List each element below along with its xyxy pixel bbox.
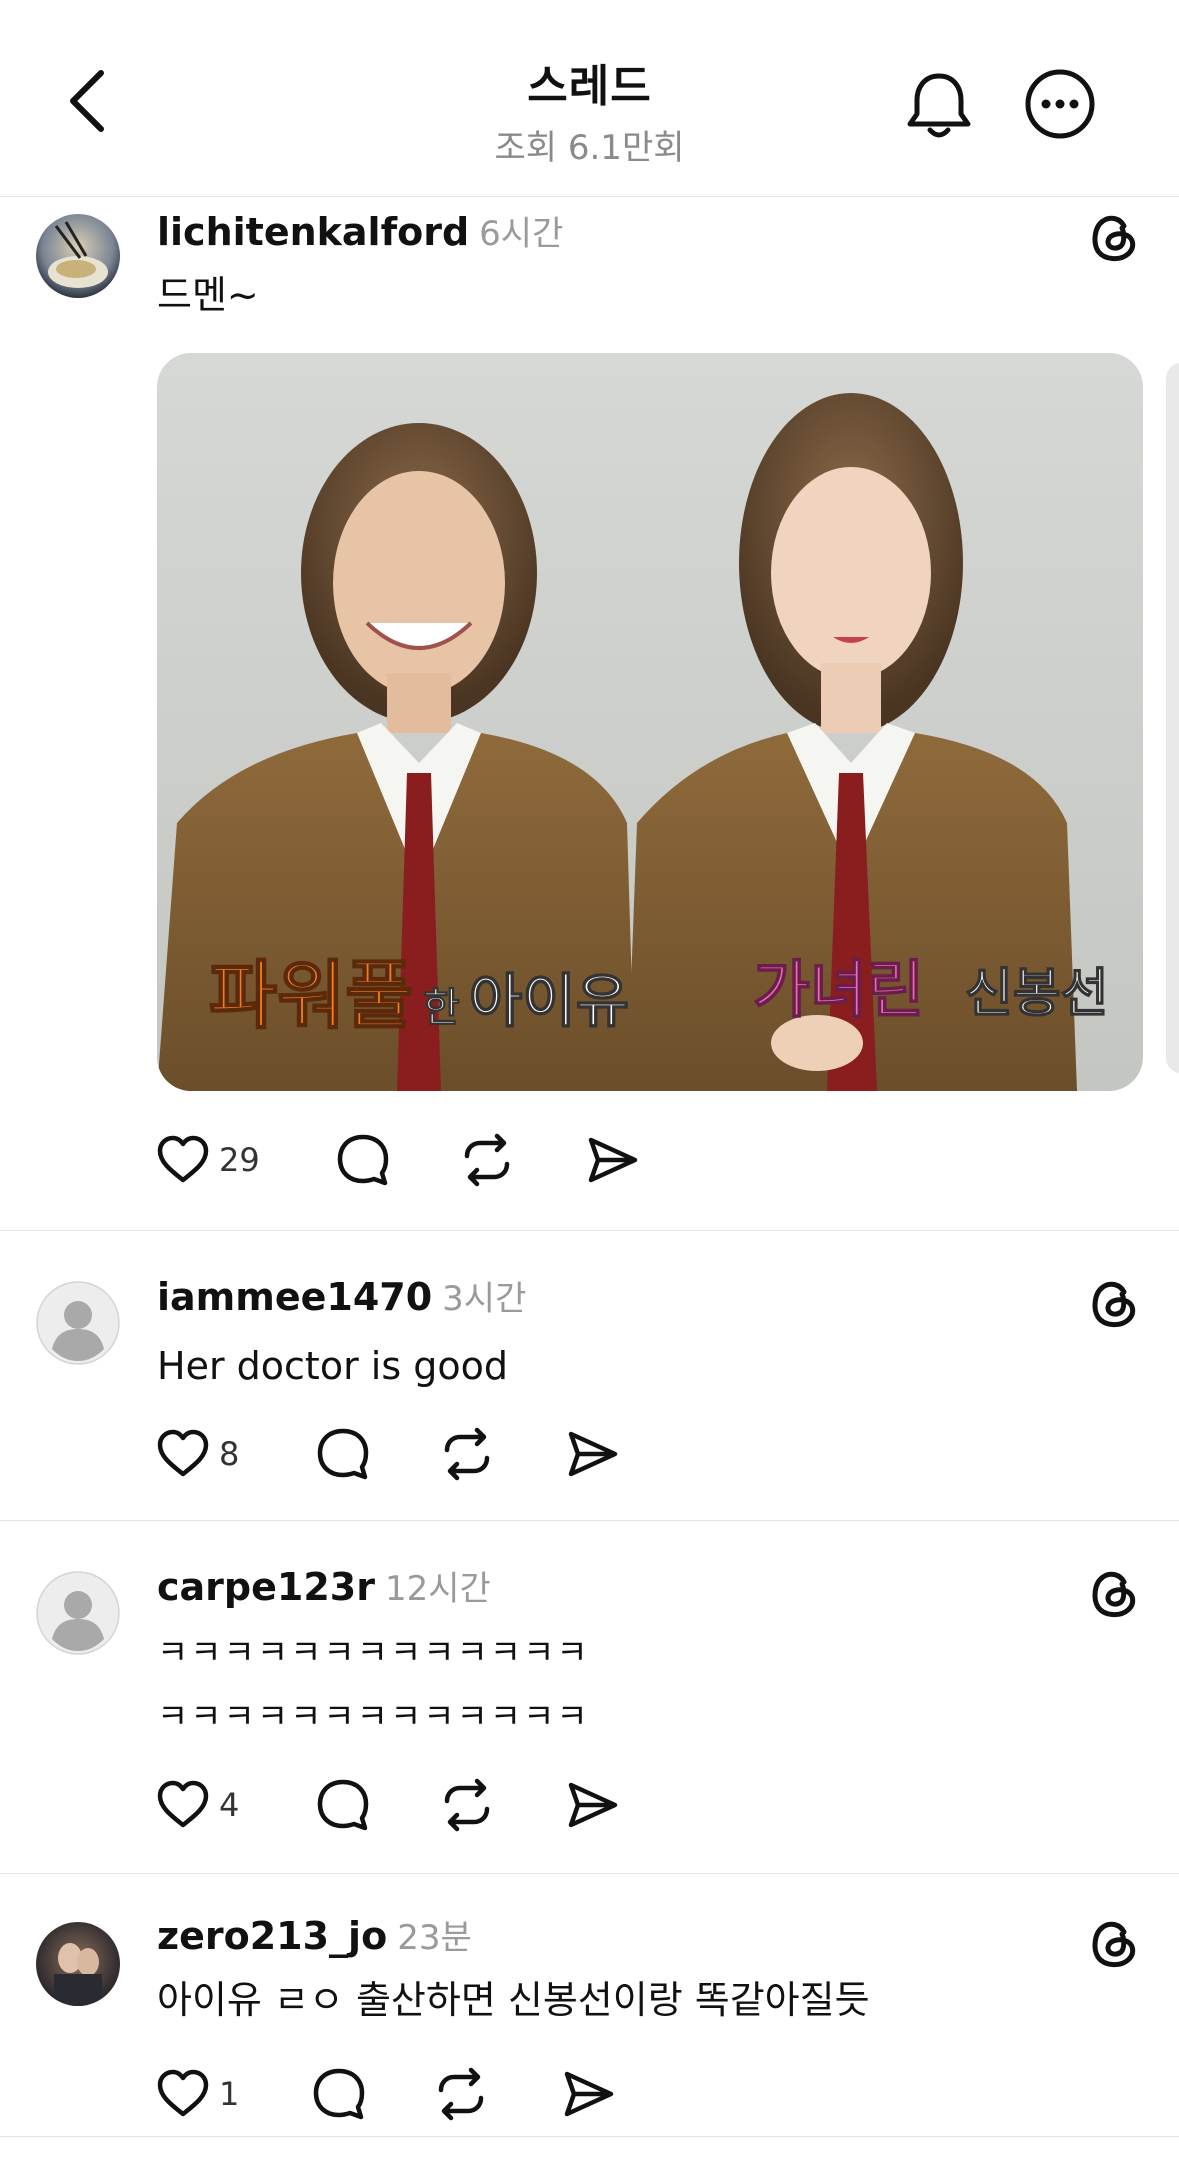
post-meta: zero213_jo 23분 [157, 1910, 472, 1959]
thread-post: lichitenkalford 6시간 드멘~ 파워풀 한 아이유 가녀린 신봉… [0, 196, 1179, 1231]
threads-logo-button[interactable] [1086, 208, 1142, 264]
threads-logo-button[interactable] [1086, 1274, 1142, 1330]
thread-post: zero213_jo 23분 아이유 ㄹㅇ 출산하면 신봉선이랑 똑같아질듯 1 [0, 1874, 1179, 2137]
share-icon [568, 1431, 618, 1477]
repost-icon [444, 1427, 490, 1481]
like-count: 4 [219, 1786, 240, 1824]
post-text: 아이유 ㄹㅇ 출산하면 신봉선이랑 똑같아질듯 [157, 1978, 870, 2022]
post-time: 23분 [397, 1918, 472, 1958]
notification-button[interactable] [900, 66, 978, 144]
comment-icon [317, 1428, 369, 1480]
post-time: 12시간 [384, 1569, 491, 1609]
username[interactable]: carpe123r [157, 1565, 375, 1609]
default-avatar-icon [36, 1571, 120, 1655]
comment-icon [337, 1134, 389, 1186]
default-avatar-icon [36, 1281, 120, 1365]
post-image[interactable]: 파워풀 한 아이유 가녀린 신봉선 [157, 353, 1143, 1091]
image-caption-accent-left: 파워풀 [209, 953, 413, 1039]
more-icon [1025, 69, 1095, 139]
post-time: 6시간 [479, 214, 564, 254]
image-caption-name-left: 아이유 [469, 967, 629, 1035]
share-icon [564, 2071, 614, 2117]
comment-button[interactable] [315, 1424, 371, 1484]
next-image-preview[interactable] [1166, 363, 1179, 1073]
username[interactable]: zero213_jo [157, 1914, 387, 1958]
page-title: 스레드 [527, 61, 652, 112]
share-button[interactable] [565, 1424, 621, 1484]
post-meta: carpe123r 12시간 [157, 1561, 491, 1610]
threads-logo-icon [1092, 1571, 1136, 1617]
comment-button[interactable] [315, 1775, 371, 1835]
page-title-block: 스레드 조회 6.1만회 [0, 50, 1179, 169]
like-button[interactable]: 1 [155, 2064, 239, 2124]
like-count: 1 [219, 2075, 240, 2113]
repost-icon [444, 1778, 490, 1832]
like-button[interactable]: 4 [155, 1775, 239, 1835]
post-text: 드멘~ [157, 273, 259, 317]
share-icon [568, 1782, 618, 1828]
username[interactable]: lichitenkalford [157, 210, 469, 254]
like-count: 8 [219, 1435, 240, 1473]
avatar[interactable] [36, 1571, 120, 1655]
repost-button[interactable] [439, 1775, 495, 1835]
image-caption-accent-right: 가녀린 [753, 953, 924, 1026]
post-time: 3시간 [442, 1279, 527, 1319]
like-button[interactable]: 29 [155, 1130, 260, 1190]
view-count: 조회 6.1만회 [494, 128, 685, 168]
like-count: 29 [219, 1141, 260, 1179]
comment-icon [317, 1779, 369, 1831]
bell-icon [907, 73, 971, 138]
post-text: ㅋㅋㅋㅋㅋㅋㅋㅋㅋㅋㅋㅋㅋ [157, 1633, 590, 1673]
share-icon [588, 1137, 638, 1183]
comment-button[interactable] [335, 1130, 391, 1190]
repost-icon [438, 2067, 484, 2121]
repost-button[interactable] [433, 2064, 489, 2124]
comment-icon [313, 2068, 365, 2120]
post-meta: iammee1470 3시간 [157, 1271, 526, 1320]
avatar[interactable] [36, 214, 120, 298]
threads-logo-button[interactable] [1086, 1564, 1142, 1620]
repost-icon [464, 1133, 510, 1187]
more-options-button[interactable] [1022, 66, 1098, 142]
post-text: ㅋㅋㅋㅋㅋㅋㅋㅋㅋㅋㅋㅋㅋ [157, 1697, 590, 1737]
share-button[interactable] [561, 2064, 617, 2124]
top-nav-bar: 스레드 조회 6.1만회 [0, 0, 1179, 197]
threads-logo-icon [1092, 1281, 1136, 1327]
thread-post: carpe123r 12시간 ㅋㅋㅋㅋㅋㅋㅋㅋㅋㅋㅋㅋㅋ ㅋㅋㅋㅋㅋㅋㅋㅋㅋㅋㅋㅋ… [0, 1521, 1179, 1874]
threads-logo-icon [1092, 215, 1136, 261]
heart-icon [157, 1780, 209, 1828]
post-meta: lichitenkalford 6시간 [157, 206, 563, 255]
heart-icon [157, 2069, 209, 2117]
image-caption-small-left: 한 [423, 985, 460, 1031]
avatar[interactable] [36, 1281, 120, 1365]
heart-icon [157, 1429, 209, 1477]
like-button[interactable]: 8 [155, 1424, 239, 1484]
threads-logo-icon [1092, 1921, 1136, 1967]
threads-logo-button[interactable] [1086, 1914, 1142, 1970]
image-caption-name-right: 신봉선 [965, 964, 1109, 1024]
share-button[interactable] [585, 1130, 641, 1190]
repost-button[interactable] [439, 1424, 495, 1484]
post-text: Her doctor is good [157, 1344, 508, 1388]
heart-icon [157, 1135, 209, 1183]
username[interactable]: iammee1470 [157, 1275, 432, 1319]
comment-button[interactable] [311, 2064, 367, 2124]
avatar[interactable] [36, 1922, 120, 2006]
share-button[interactable] [565, 1775, 621, 1835]
repost-button[interactable] [459, 1130, 515, 1190]
thread-post: iammee1470 3시간 Her doctor is good 8 [0, 1231, 1179, 1521]
